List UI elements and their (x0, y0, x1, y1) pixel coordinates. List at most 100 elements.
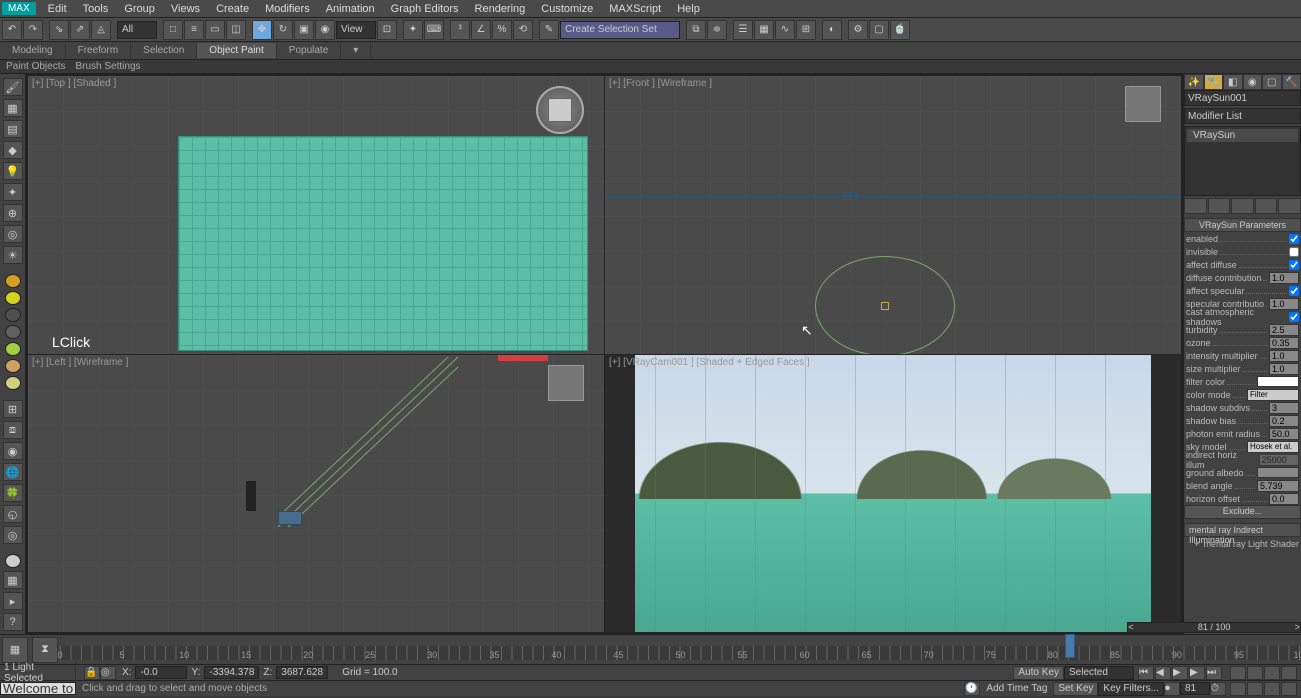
ribbon-tab-modeling[interactable]: Modeling (0, 43, 66, 58)
param-diffuse-contrib-spinner[interactable]: 1.0 (1269, 272, 1299, 284)
coord-x-field[interactable]: -0.0 (135, 666, 187, 679)
ribbon-tab-selection[interactable]: Selection (131, 43, 197, 58)
nav-pan-button[interactable] (1230, 682, 1246, 696)
prev-frame-button[interactable]: ◀ (1155, 666, 1171, 680)
material-editor-button[interactable]: ◐ (822, 20, 842, 40)
align-button[interactable]: ≑ (707, 20, 727, 40)
current-frame-field[interactable]: 81 (1180, 682, 1210, 695)
nav-maximize-button[interactable] (1281, 682, 1297, 696)
color-swatch-3[interactable] (5, 308, 21, 322)
menu-group[interactable]: Group (116, 1, 163, 17)
viewport-front[interactable]: [+] [Front ] [Wireframe ] ↖ (605, 76, 1181, 354)
redo-button[interactable]: ↷ (23, 20, 43, 40)
param-shadow-bias-spinner[interactable]: 0.2 (1269, 415, 1299, 427)
tool-button-18[interactable]: ▸ (3, 592, 23, 610)
param-affect-diffuse-checkbox[interactable] (1289, 260, 1299, 270)
menu-views[interactable]: Views (163, 1, 208, 17)
tool-button-9[interactable]: ☀ (3, 246, 23, 264)
ribbon-expand-button[interactable]: ▾ (341, 43, 371, 58)
tool-button-13[interactable]: 🌐 (3, 463, 23, 481)
param-sky-model-dropdown[interactable]: Hosek et al. (1247, 441, 1299, 453)
timeline-config-button[interactable]: ⧗ (32, 637, 58, 663)
viewport-camera-label[interactable]: [+] [VRayCam001 ] [Shaded + Edged Faces … (609, 357, 810, 368)
remove-modifier-button[interactable] (1255, 198, 1278, 214)
mentalray-light-shader-label[interactable]: mental ray Light Shader (1203, 539, 1299, 549)
render-setup-button[interactable]: ⚙ (848, 20, 868, 40)
param-enabled-checkbox[interactable] (1289, 234, 1299, 244)
manipulate-button[interactable]: ✦ (403, 20, 423, 40)
nav-fov-button[interactable] (1281, 666, 1297, 680)
palette-button[interactable]: ▦ (3, 571, 23, 589)
add-time-tag-button[interactable]: Add Time Tag (980, 683, 1053, 694)
nav-zoom-extents-button[interactable] (1264, 666, 1280, 680)
isolate-button[interactable]: ◎ (100, 666, 116, 680)
modify-tab[interactable]: 🔧 (1204, 74, 1224, 90)
schematic-view-button[interactable]: ⊞ (796, 20, 816, 40)
utilities-tab[interactable]: 🔨 (1282, 74, 1301, 90)
tool-button-3[interactable]: ▤ (3, 120, 23, 138)
vraysun-object[interactable] (278, 511, 302, 525)
viewcube-front[interactable] (1125, 86, 1161, 122)
tool-button-6[interactable]: ✦ (3, 183, 23, 201)
param-invisible-checkbox[interactable] (1289, 247, 1299, 257)
modifier-stack[interactable]: VRaySun (1184, 126, 1301, 196)
configure-sets-button[interactable] (1278, 198, 1301, 214)
exclude-button[interactable]: Exclude... (1184, 505, 1301, 519)
mirror-button[interactable]: ⧉ (686, 20, 706, 40)
menu-animation[interactable]: Animation (318, 1, 383, 17)
nav-zoom-button[interactable] (1230, 666, 1246, 680)
tool-button-8[interactable]: ◎ (3, 225, 23, 243)
color-swatch-1[interactable] (5, 274, 21, 288)
timeline-range-arrow-right[interactable]: > (1295, 622, 1300, 632)
rotate-button[interactable]: ↻ (273, 20, 293, 40)
snap-toggle-3-button[interactable]: ³ (450, 20, 470, 40)
menu-edit[interactable]: Edit (40, 1, 75, 17)
move-button[interactable]: ✥ (252, 20, 272, 40)
time-config-button[interactable]: ⏱ (1210, 682, 1226, 696)
motion-tab[interactable]: ◉ (1243, 74, 1263, 90)
ribbon-tab-populate[interactable]: Populate (277, 43, 341, 58)
viewport-left-label[interactable]: [+] [Left ] [Wireframe ] (32, 357, 128, 368)
color-swatch-4[interactable] (5, 325, 21, 339)
viewport-top-label[interactable]: [+] [Top ] [Shaded ] (32, 78, 116, 89)
tool-button-11[interactable]: ⧈ (3, 421, 23, 439)
curve-editor-button[interactable]: ∿ (775, 20, 795, 40)
tool-button-15[interactable]: ◵ (3, 505, 23, 523)
tool-button-16[interactable]: ◎ (3, 526, 23, 544)
object-name-field[interactable]: VRaySun001 (1184, 90, 1301, 106)
select-name-button[interactable]: ≡ (184, 20, 204, 40)
timetag-icon[interactable]: 🕐 (964, 682, 980, 696)
key-mode-button[interactable]: ⏺ (1164, 682, 1180, 696)
coord-z-field[interactable]: 3687.628 (276, 666, 328, 679)
grid-tool-button[interactable]: ⊞ (3, 400, 23, 418)
param-ozone-spinner[interactable]: 0.35 (1269, 337, 1299, 349)
select-region-button[interactable]: ▭ (205, 20, 225, 40)
viewport-camera[interactable]: [+] [VRayCam001 ] [Shaded + Edged Faces … (605, 355, 1181, 633)
color-swatch-2[interactable] (5, 291, 21, 305)
ribbon-tab-freeform[interactable]: Freeform (66, 43, 132, 58)
selection-filter-dropdown[interactable]: All (117, 21, 157, 39)
param-affect-specular-checkbox[interactable] (1289, 286, 1299, 296)
param-cast-atmos-checkbox[interactable] (1289, 312, 1299, 322)
modifier-list-dropdown[interactable]: Modifier List (1184, 108, 1301, 124)
param-intensity-spinner[interactable]: 1.0 (1269, 350, 1299, 362)
menu-help[interactable]: Help (669, 1, 708, 17)
toggle-ribbon-button[interactable]: ▦ (754, 20, 774, 40)
menu-modifiers[interactable]: Modifiers (257, 1, 318, 17)
light-tool-button[interactable]: 💡 (3, 162, 23, 180)
tool-button-12[interactable]: ◉ (3, 442, 23, 460)
undo-button[interactable]: ↶ (2, 20, 22, 40)
param-horizon-offset-spinner[interactable]: 0.0 (1269, 493, 1299, 505)
display-tab[interactable]: ▢ (1262, 74, 1282, 90)
nav-orbit-button[interactable] (1264, 682, 1280, 696)
tool-button-14[interactable]: 🍀 (3, 484, 23, 502)
pin-stack-button[interactable] (1184, 198, 1207, 214)
subribbon-brush-settings[interactable]: Brush Settings (75, 61, 140, 72)
viewport-front-label[interactable]: [+] [Front ] [Wireframe ] (609, 78, 712, 89)
param-turbidity-spinner[interactable]: 2.5 (1269, 324, 1299, 336)
rollout-mentalray-indirect[interactable]: mental ray Indirect Illumination (1184, 523, 1301, 537)
lock-selection-button[interactable]: 🔒 (84, 666, 100, 680)
viewport-top[interactable]: [+] [Top ] [Shaded ] LClick (28, 76, 604, 354)
nav-zoom-all-button[interactable] (1247, 666, 1263, 680)
menu-maxscript[interactable]: MAXScript (601, 1, 669, 17)
